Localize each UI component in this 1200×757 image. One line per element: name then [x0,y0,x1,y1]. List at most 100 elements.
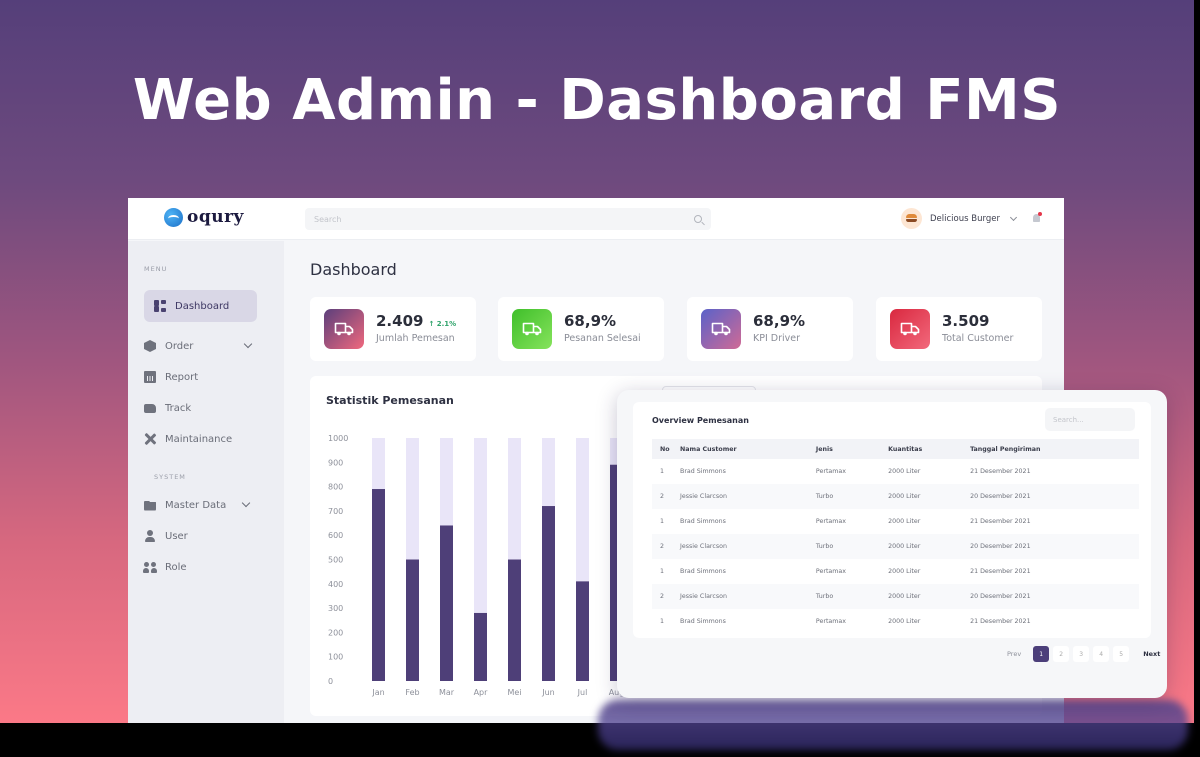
chevron-down-icon[interactable] [243,339,253,349]
overlay-shadow [598,700,1188,750]
stat-value: 68,9% [753,312,806,330]
sidebar-item-order[interactable]: Order [144,330,193,362]
x-tick-label: Jan [371,688,384,697]
table-cell: 1 [660,468,665,475]
table-cell: Brad Simmons [680,568,726,575]
sidebar-item-label: Track [165,402,192,414]
sidebar-item-label: Dashboard [175,300,230,312]
sidebar-item-role[interactable]: Role [143,551,187,583]
search-icon[interactable] [694,215,702,223]
overview-table: No Nama Customer Jenis Kuantitas Tanggal Pen… [652,439,1139,634]
y-tick-label: 400 [328,580,343,589]
stat-icon-bg [324,309,364,349]
page-button[interactable]: 4 [1093,646,1110,662]
sidebar-item-track[interactable]: Track [144,392,191,424]
stat-icon-bg [701,309,741,349]
sidebar-item-maintainance[interactable]: Maintainance [144,423,232,455]
system-section-label: SYSTEM [154,473,186,481]
page-button[interactable]: 5 [1113,646,1130,662]
table-cell: 21 Desember 2021 [970,618,1031,625]
table-cell: Brad Simmons [680,468,726,475]
hero-title: Web Admin - Dashboard FMS [132,68,1062,133]
y-tick-label: 100 [328,653,343,662]
bar[interactable] [542,506,555,681]
y-tick-label: 300 [328,604,343,613]
overview-panel: Overview Pemesanan NoNama CustomerJenisK… [633,402,1151,638]
stat-card-total-customer[interactable]: 3.509 Total Customer [876,297,1042,361]
column-header[interactable]: Tanggal Pengiriman [970,439,1139,459]
x-tick-label: Jul [577,688,588,697]
prev-page-button[interactable]: Prev [1007,650,1021,658]
table-cell: 2000 Liter [888,618,921,625]
page-button[interactable]: 1 [1033,646,1050,662]
column-header[interactable]: Kuantitas [888,439,971,459]
sidebar-item-label: Master Data [165,499,227,511]
column-header[interactable]: Nama Customer [680,439,816,459]
stat-icon-bg [512,309,552,349]
tools-icon [144,433,156,445]
table-row[interactable]: 1 Brad Simmons Pertamax 2000 Liter 21 Desemb… [652,559,1139,584]
logo[interactable]: oqury [164,208,244,227]
table-cell: 2 [652,484,680,509]
bar[interactable] [440,525,453,681]
table-cell: Pertamax [815,568,846,575]
table-row[interactable]: 1 Brad Simmons Pertamax 2000 Liter 21 Desemb… [652,609,1139,634]
stat-label: Total Customer [942,333,1014,344]
stat-card-jumlah-pemesan[interactable]: 2.409 ↑ 2.1% Jumlah Pemesan [310,297,476,361]
y-tick-label: 1000 [328,434,348,443]
table-cell: 2000 Liter [888,468,921,475]
report-icon [144,371,156,383]
overview-search-input[interactable] [1045,408,1135,431]
table-row[interactable]: 2 Jessie Clarcson Turbo 2000 Liter 20 Desemb… [652,484,1139,509]
next-page-button[interactable]: Next [1143,650,1160,658]
sidebar-item-dashboard[interactable]: Dashboard [144,290,257,322]
column-header[interactable]: No [652,439,680,459]
table-row[interactable]: 1 Brad Simmons Pertamax 2000 Liter 21 Desemb… [652,509,1139,534]
profile-menu[interactable]: Delicious Burger [901,208,1017,229]
sidebar-item-report[interactable]: Report [144,361,198,393]
truck-icon [711,322,731,336]
bar[interactable] [372,489,385,681]
y-tick-label: 900 [328,458,343,467]
truck-icon [900,322,920,336]
stat-card-kpi-driver[interactable]: 68,9% KPI Driver [687,297,853,361]
table-row[interactable]: 1 Brad Simmons Pertamax 2000 Liter 21 Desemb… [652,459,1139,484]
table-cell: Jessie Clarcson [680,584,816,609]
table-row[interactable]: 2 Jessie Clarcson Turbo 2000 Liter 20 Desemb… [652,584,1139,609]
page-button[interactable]: 3 [1073,646,1090,662]
search-input[interactable] [314,214,694,224]
x-tick-label: Feb [405,688,419,697]
table-cell: 1 [660,568,665,575]
stat-label: Jumlah Pemesan [376,333,455,344]
bar[interactable] [474,612,487,681]
table-cell: Brad Simmons [680,618,726,625]
table-cell: 20 Desember 2021 [970,534,1139,559]
y-tick-label: 200 [328,628,343,637]
table-cell: 2000 Liter [888,534,971,559]
column-header[interactable]: Jenis [815,439,889,459]
table-cell: 1 [660,618,665,625]
stat-label: Pesanan Selesai [564,333,641,344]
sidebar-item-master-data[interactable]: Master Data [144,489,226,521]
avatar [901,208,922,229]
table-cell: Jessie Clarcson [680,534,816,559]
folder-icon [144,500,156,511]
table-cell: 2000 Liter [888,484,971,509]
y-tick-label: 800 [328,483,343,492]
chevron-down-icon [1009,213,1017,221]
bar[interactable] [406,559,419,682]
y-tick-label: 600 [328,531,343,540]
sidebar-item-user[interactable]: User [144,520,188,552]
chevron-down-icon[interactable] [241,498,251,508]
bell-icon[interactable] [1032,212,1042,224]
table-row[interactable]: 2 Jessie Clarcson Turbo 2000 Liter 20 Desemb… [652,534,1139,559]
sidebar-item-label: Maintainance [165,433,233,445]
stat-card-pesanan-selesai[interactable]: 68,9% Pesanan Selesai [498,297,664,361]
bar[interactable] [508,559,521,682]
bar[interactable] [576,581,589,681]
stat-label: KPI Driver [753,333,801,344]
page-button[interactable]: 2 [1053,646,1070,662]
table-cell: Turbo [815,534,889,559]
table-cell: 21 Desember 2021 [970,568,1031,575]
stat-trend: ↑ 2.1% [428,320,457,328]
